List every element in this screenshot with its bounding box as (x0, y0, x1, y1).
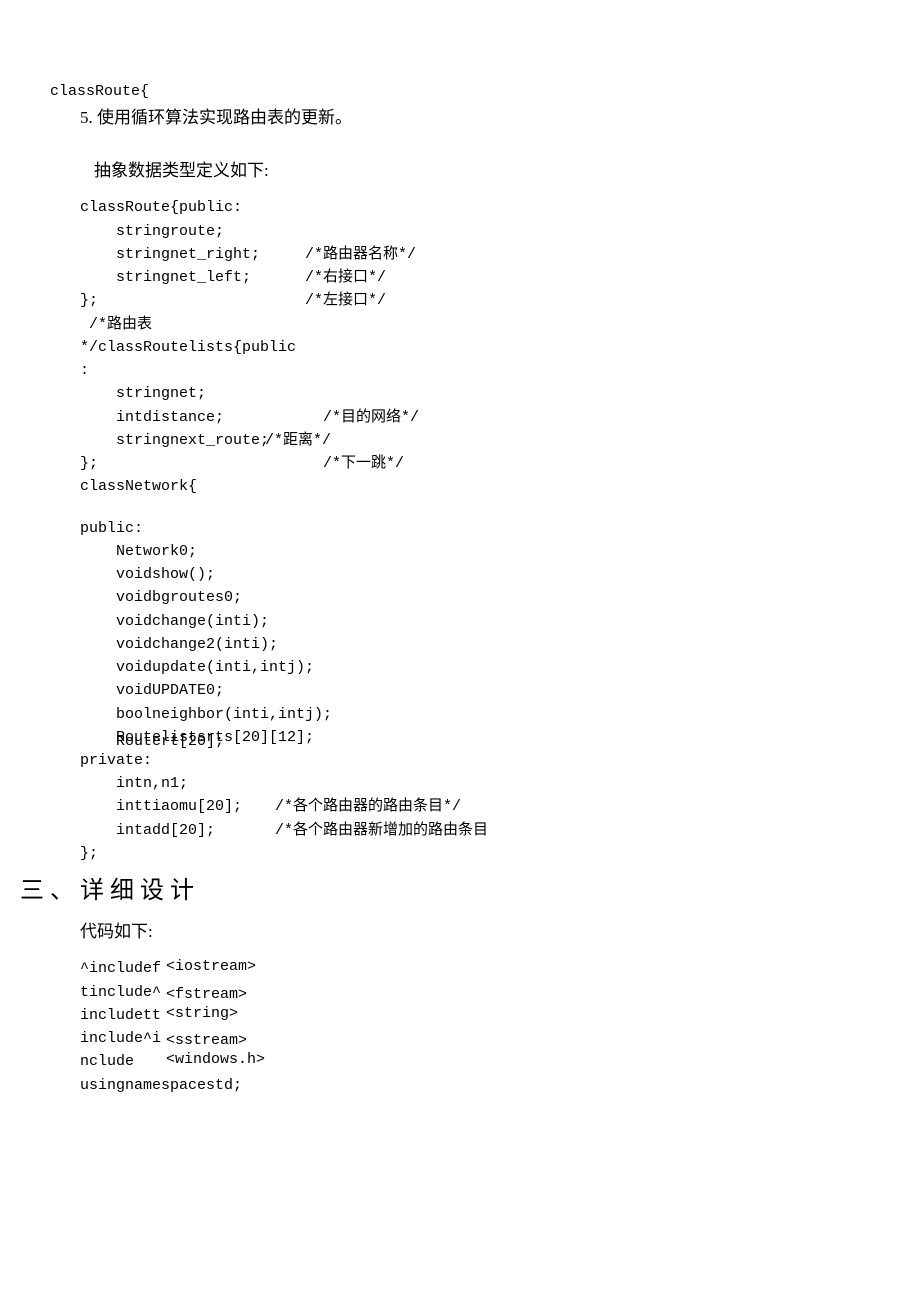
code-follows-label: 代码如下: (80, 917, 870, 948)
code-text: stringnet_left; (80, 266, 275, 289)
abstract-type-title: 抽象数据类型定义如下: (80, 156, 870, 187)
code-text: intdistance; (80, 406, 275, 429)
code-text: voidUPDATE0; (80, 679, 870, 702)
top-classroute: classRoute{ (50, 80, 870, 103)
code-text: voidchange2(inti); (80, 633, 870, 656)
code-block-includes: ^includef<iostream>tinclude^<fstream>inc… (80, 957, 870, 1097)
code-text: intadd[20]; (80, 819, 245, 842)
code-text: Network0; (80, 540, 870, 563)
code-block-private: inttiaomu[20]; /*各个路由器的路由条目*/ intadd[20];… (80, 795, 870, 865)
code-include-target: <windows.h> (166, 1048, 265, 1071)
code-text: stringnet; (80, 382, 275, 405)
code-comment: /*下一跳*/ (305, 452, 404, 475)
code-text: public: (80, 517, 870, 540)
code-include-target: <iostream> (166, 955, 256, 978)
code-comment: /*目的网络*/ (305, 406, 419, 429)
code-text: nclude (80, 1050, 160, 1073)
code-comment: /*左接口*/ (305, 289, 386, 312)
code-text: voidshow(); (80, 563, 870, 586)
code-text: tinclude^ (80, 981, 160, 1004)
code-text: stringnext_route; (80, 429, 275, 452)
code-text: usingnamespacestd; (80, 1074, 242, 1097)
code-text: }; (80, 289, 275, 312)
code-comment: /*距离*/ (265, 429, 331, 452)
code-include-target: <string> (166, 1002, 238, 1025)
code-text: voidbgroutes0; (80, 586, 870, 609)
code-text: }; (80, 842, 245, 865)
code-text: voidupdate(inti,intj); (80, 656, 870, 679)
code-text: /*路由表 (80, 313, 275, 336)
section-heading-3: 三、详细设计 (20, 875, 870, 909)
code-text: }; (80, 452, 275, 475)
code-text: intn,n1; (80, 772, 870, 795)
code-text: inttiaomu[20]; (80, 795, 245, 818)
code-text: voidchange(inti); (80, 610, 870, 633)
code-block-1: classRoute{public: stringroute; stringne… (80, 196, 870, 498)
code-comment: /*各个路由器新增加的路由条目 (275, 819, 488, 842)
code-text: classRoute{public: (80, 196, 275, 219)
numbered-item-5: 5. 使用循环算法实现路由表的更新。 (80, 103, 870, 134)
code-text: boolneighbor(inti,intj); (80, 703, 870, 726)
code-text: Routelistsrts[20][12]; Routert[20]; (80, 726, 870, 749)
code-comment: /*各个路由器的路由条目*/ (275, 795, 461, 818)
code-comment: /*路由器名称*/ (305, 243, 416, 266)
code-text: stringnet_right; (80, 243, 275, 266)
code-text: ^includef (80, 957, 160, 980)
code-text: classNetwork{ (80, 475, 275, 498)
code-text: includett (80, 1004, 160, 1027)
code-text: : (80, 359, 275, 382)
code-text: */classRoutelists{public (80, 336, 275, 359)
code-block-public: public: Network0; voidshow(); voidbgrout… (80, 517, 870, 796)
code-text: stringroute; (80, 220, 275, 243)
code-text: include^i (80, 1027, 160, 1050)
code-comment: /*右接口*/ (305, 266, 386, 289)
